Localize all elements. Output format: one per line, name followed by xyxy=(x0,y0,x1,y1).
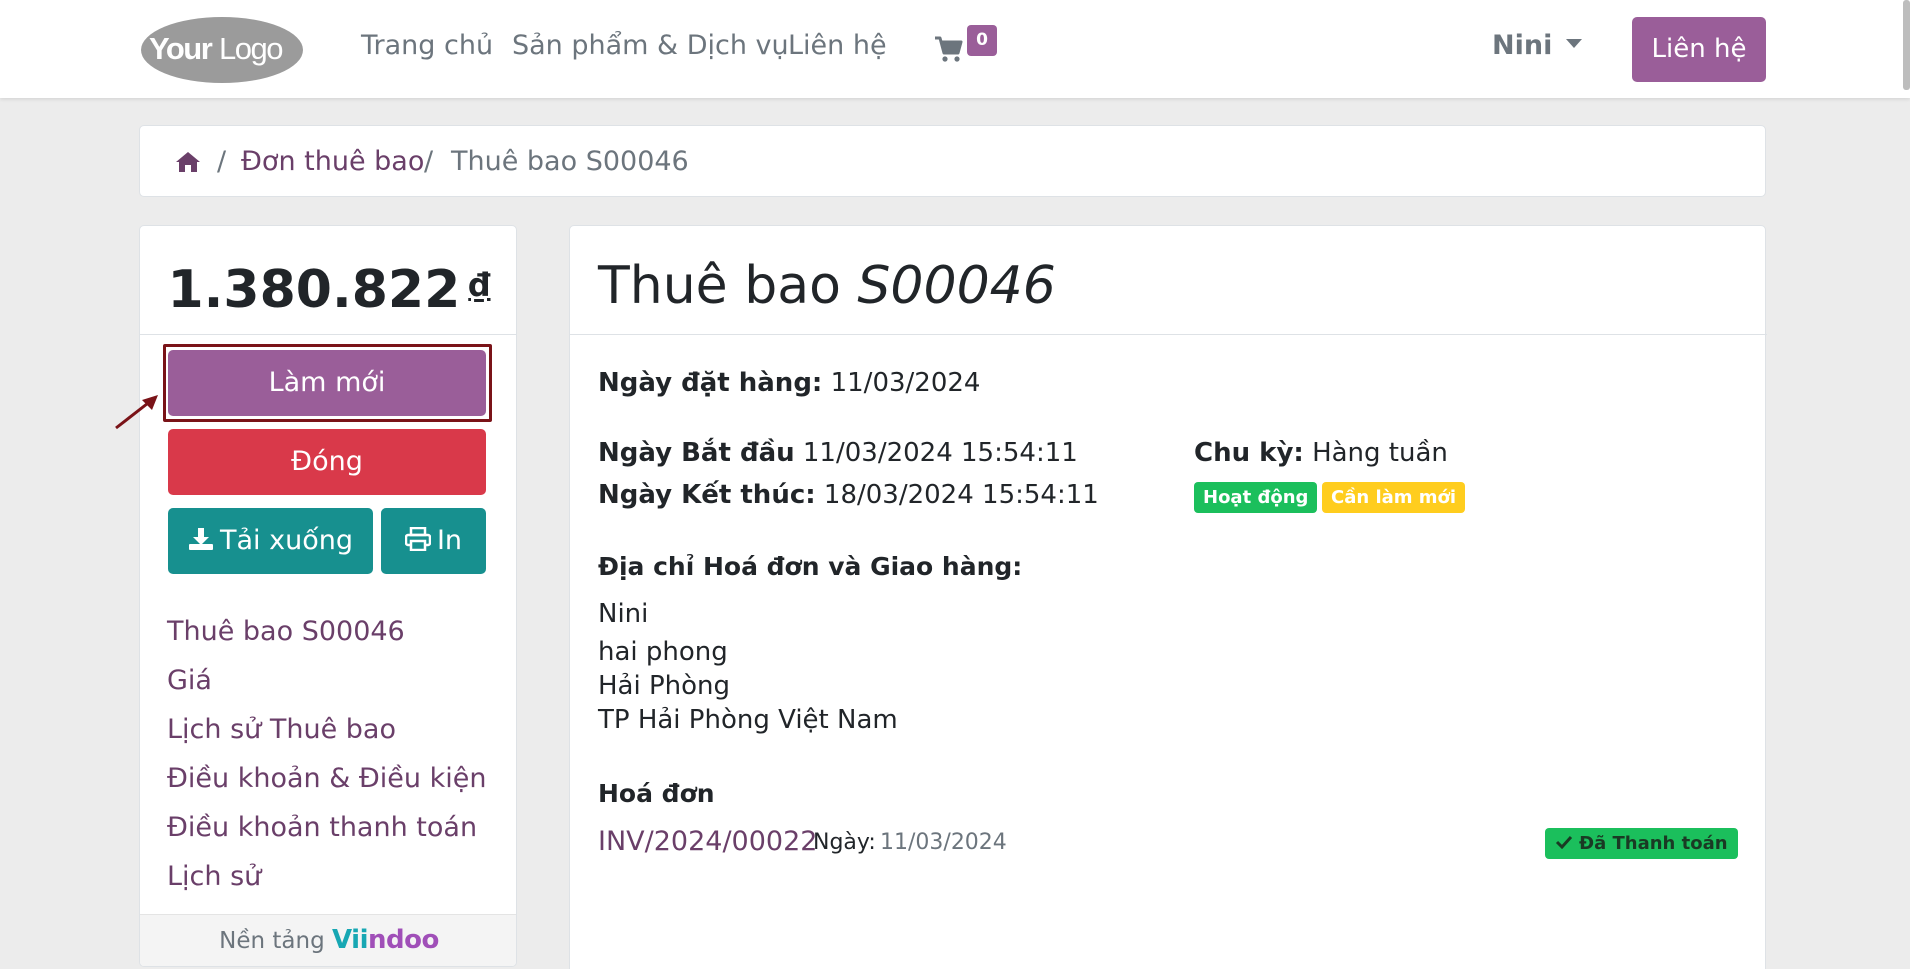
order-date-row: Ngày đặt hàng: 11/03/2024 xyxy=(598,368,980,398)
cycle-label: Chu kỳ: xyxy=(1194,438,1304,468)
amount-value: 1.380.822 xyxy=(167,260,461,320)
currency-symbol: ₫ xyxy=(468,266,491,304)
address-line: Hải Phòng xyxy=(598,671,731,701)
title-prefix: Thuê bao xyxy=(598,256,841,316)
print-icon xyxy=(404,526,432,551)
page-scrollbar[interactable] xyxy=(1903,0,1910,90)
breadcrumb-current: Thuê bao S00046 xyxy=(451,146,689,177)
user-menu-dropdown[interactable]: Nini xyxy=(1492,30,1583,61)
cart-icon[interactable] xyxy=(934,34,964,64)
address-heading: Địa chỉ Hoá đơn và Giao hàng: xyxy=(598,552,1023,581)
status-badge-active: Hoạt động xyxy=(1194,482,1318,513)
contact-us-button[interactable]: Liên hệ xyxy=(1632,17,1766,82)
invoice-paid-badge: Đã Thanh toán xyxy=(1545,828,1738,859)
sidebar-link-terms[interactable]: Điều khoản & Điều kiện xyxy=(167,763,486,794)
status-badge-to-renew: Cần làm mới xyxy=(1322,482,1466,513)
print-label: In xyxy=(436,525,463,556)
subscription-sidebar: 1.380.822 ₫ Làm mới Đóng Tải xuống In Thu… xyxy=(139,225,517,967)
start-date-value: 11/03/2024 15:54:11 xyxy=(802,438,1078,468)
order-date-value: 11/03/2024 xyxy=(830,368,981,398)
download-label: Tải xuống xyxy=(220,525,353,556)
user-name: Nini xyxy=(1492,30,1553,61)
breadcrumb-separator: / xyxy=(217,146,227,177)
invoice-date: 11/03/2024 xyxy=(880,830,1007,855)
nav-link-home[interactable]: Trang chủ xyxy=(361,30,493,61)
start-date-label: Ngày Bắt đầu xyxy=(598,438,795,468)
download-icon xyxy=(189,527,213,550)
invoice-link[interactable]: INV/2024/00022 xyxy=(598,826,817,857)
address-line: hai phong xyxy=(598,637,728,667)
cycle-row: Chu kỳ: Hàng tuần xyxy=(1194,438,1448,468)
close-subscription-button[interactable]: Đóng xyxy=(168,429,486,495)
svg-text:Logo: Logo xyxy=(219,31,282,66)
invoices-heading: Hoá đơn xyxy=(598,779,715,808)
renew-button-highlight xyxy=(163,344,492,422)
divider xyxy=(140,334,516,335)
cycle-value: Hàng tuần xyxy=(1312,438,1448,468)
check-icon xyxy=(1555,835,1573,850)
divider xyxy=(570,334,1767,335)
address-line: TP Hải Phòng Việt Nam xyxy=(598,705,898,735)
sidebar-link-history[interactable]: Lịch sử xyxy=(167,861,261,892)
end-date-value: 18/03/2024 15:54:11 xyxy=(823,480,1099,510)
powered-by-label: Nền tảng xyxy=(219,928,325,954)
svg-text:Your: Your xyxy=(149,31,213,66)
end-date-label: Ngày Kết thúc: xyxy=(598,480,816,510)
powered-by-footer: Nền tảng Viindoo xyxy=(140,914,516,966)
address-line: Nini xyxy=(598,599,649,629)
title-code: S00046 xyxy=(857,256,1056,316)
sidebar-link-payment-terms[interactable]: Điều khoản thanh toán xyxy=(167,812,477,843)
page-title: Thuê bao S00046 xyxy=(598,256,1056,316)
company-logo[interactable]: Your Logo xyxy=(139,13,305,85)
nav-link-contact[interactable]: Liên hệ xyxy=(788,30,887,61)
viindoo-brand[interactable]: Viindoo xyxy=(332,925,439,955)
nav-link-products[interactable]: Sản phẩm & Dịch vụ xyxy=(512,30,789,61)
end-date-row: Ngày Kết thúc: 18/03/2024 15:54:11 xyxy=(598,480,1099,510)
sidebar-link-subscription[interactable]: Thuê bao S00046 xyxy=(167,616,405,647)
order-date-label: Ngày đặt hàng: xyxy=(598,368,823,398)
sidebar-link-history-subscription[interactable]: Lịch sử Thuê bao xyxy=(167,714,396,745)
breadcrumb-subscriptions-link[interactable]: Đơn thuê bao xyxy=(241,146,424,177)
top-navbar: Your Logo Trang chủ Sản phẩm & Dịch vụ L… xyxy=(0,0,1910,98)
invoice-date-label: Ngày: xyxy=(813,830,876,855)
chevron-down-icon xyxy=(1566,39,1583,48)
annotation-arrow-icon xyxy=(115,395,158,430)
print-button[interactable]: In xyxy=(381,508,486,574)
subscription-detail-panel: Thuê bao S00046 Ngày đặt hàng: 11/03/202… xyxy=(569,225,1767,969)
breadcrumb-separator: / xyxy=(424,146,434,177)
start-date-row: Ngày Bắt đầu 11/03/2024 15:54:11 xyxy=(598,438,1078,468)
breadcrumb: / Đơn thuê bao / Thuê bao S00046 xyxy=(139,125,1766,197)
invoice-paid-label: Đã Thanh toán xyxy=(1579,833,1728,854)
sidebar-link-price[interactable]: Giá xyxy=(167,665,212,696)
cart-count-badge: 0 xyxy=(967,25,997,56)
download-button[interactable]: Tải xuống xyxy=(168,508,373,574)
home-icon[interactable] xyxy=(175,150,201,174)
subscription-amount: 1.380.822 ₫ xyxy=(140,260,516,320)
